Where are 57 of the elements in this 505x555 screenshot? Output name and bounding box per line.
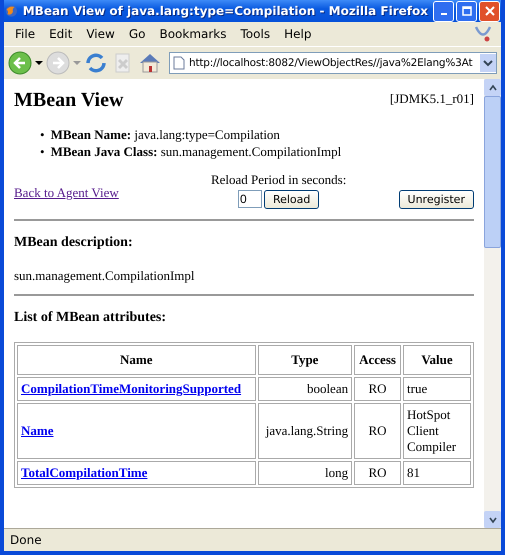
maximize-button[interactable] bbox=[456, 0, 477, 22]
home-icon[interactable] bbox=[138, 51, 162, 75]
description-text: sun.management.CompilationImpl bbox=[14, 268, 196, 284]
address-field[interactable]: http://localhost:8082/ViewObjectRes//java%2Elang%3At bbox=[169, 52, 497, 74]
bullet: • bbox=[40, 126, 45, 143]
reload-label: Reload Period in seconds: bbox=[210, 172, 346, 188]
menu-item[interactable]: Bookmarks bbox=[152, 27, 234, 41]
property-item: MBean Java Class: sun.management.CompilationImpl bbox=[50, 143, 342, 160]
close-button[interactable] bbox=[479, 0, 500, 22]
minimize-button[interactable] bbox=[433, 0, 454, 22]
table-cell: RO bbox=[368, 381, 387, 396]
chevron-up-icon bbox=[488, 84, 496, 92]
section-heading: List of MBean attributes: bbox=[14, 310, 168, 326]
menu-item[interactable]: Edit bbox=[42, 27, 80, 41]
reload-icon[interactable] bbox=[84, 51, 108, 75]
reload-button[interactable]: Reload bbox=[264, 190, 320, 209]
table-cell: 81 bbox=[407, 465, 420, 480]
bullet: • bbox=[40, 143, 45, 160]
unregister-button[interactable]: Unregister bbox=[398, 190, 474, 209]
maximize-icon bbox=[462, 6, 472, 16]
page-heading: MBean View bbox=[14, 89, 124, 112]
menu-item[interactable]: View bbox=[79, 27, 122, 41]
column-header: Name bbox=[17, 345, 256, 375]
dropdown-button[interactable] bbox=[480, 54, 496, 72]
table-cell: RO bbox=[368, 465, 387, 480]
column-header: Access bbox=[354, 345, 401, 375]
table-cell: true bbox=[407, 381, 428, 396]
property-item: MBean Name: java.lang:type=Compilation bbox=[50, 126, 280, 143]
attribute-link[interactable]: Name bbox=[21, 423, 54, 438]
column-header: Value bbox=[403, 345, 471, 375]
back-link[interactable]: Back to Agent View bbox=[14, 185, 119, 201]
scroll-up-button[interactable] bbox=[484, 79, 501, 96]
table-cell: long bbox=[324, 465, 348, 480]
menu-item[interactable]: Go bbox=[122, 27, 152, 41]
menu-item[interactable]: Help bbox=[277, 27, 318, 41]
table-cell: boolean bbox=[306, 381, 348, 396]
column-header: Type bbox=[258, 345, 352, 375]
menu-item[interactable]: Tools bbox=[234, 27, 278, 41]
dropdown-arrow-icon[interactable] bbox=[35, 59, 43, 67]
scroll-down-button[interactable] bbox=[484, 511, 501, 528]
table-cell: java.lang.String bbox=[266, 423, 348, 438]
scrollbar[interactable] bbox=[484, 79, 501, 528]
version-label: [JDMK5.1_r01] bbox=[390, 91, 474, 107]
minimize-icon bbox=[440, 13, 446, 15]
globe-icon bbox=[5, 3, 18, 19]
menu-item[interactable]: File bbox=[8, 27, 42, 41]
table-cell: RO bbox=[368, 423, 387, 438]
window-title: MBean View of java.lang:type=Compilation - Mozilla Firefox bbox=[22, 4, 428, 18]
period-input[interactable]: 0 bbox=[238, 190, 262, 208]
section-heading: MBean description: bbox=[14, 235, 134, 251]
chevron-down-icon bbox=[483, 58, 493, 68]
status-text: Done bbox=[10, 533, 42, 547]
close-icon bbox=[484, 6, 494, 16]
table-cell: HotSpot Client Compiler bbox=[407, 407, 456, 454]
page-icon bbox=[173, 56, 185, 70]
scroll-thumb[interactable] bbox=[484, 96, 501, 248]
chevron-down-icon bbox=[488, 516, 496, 524]
